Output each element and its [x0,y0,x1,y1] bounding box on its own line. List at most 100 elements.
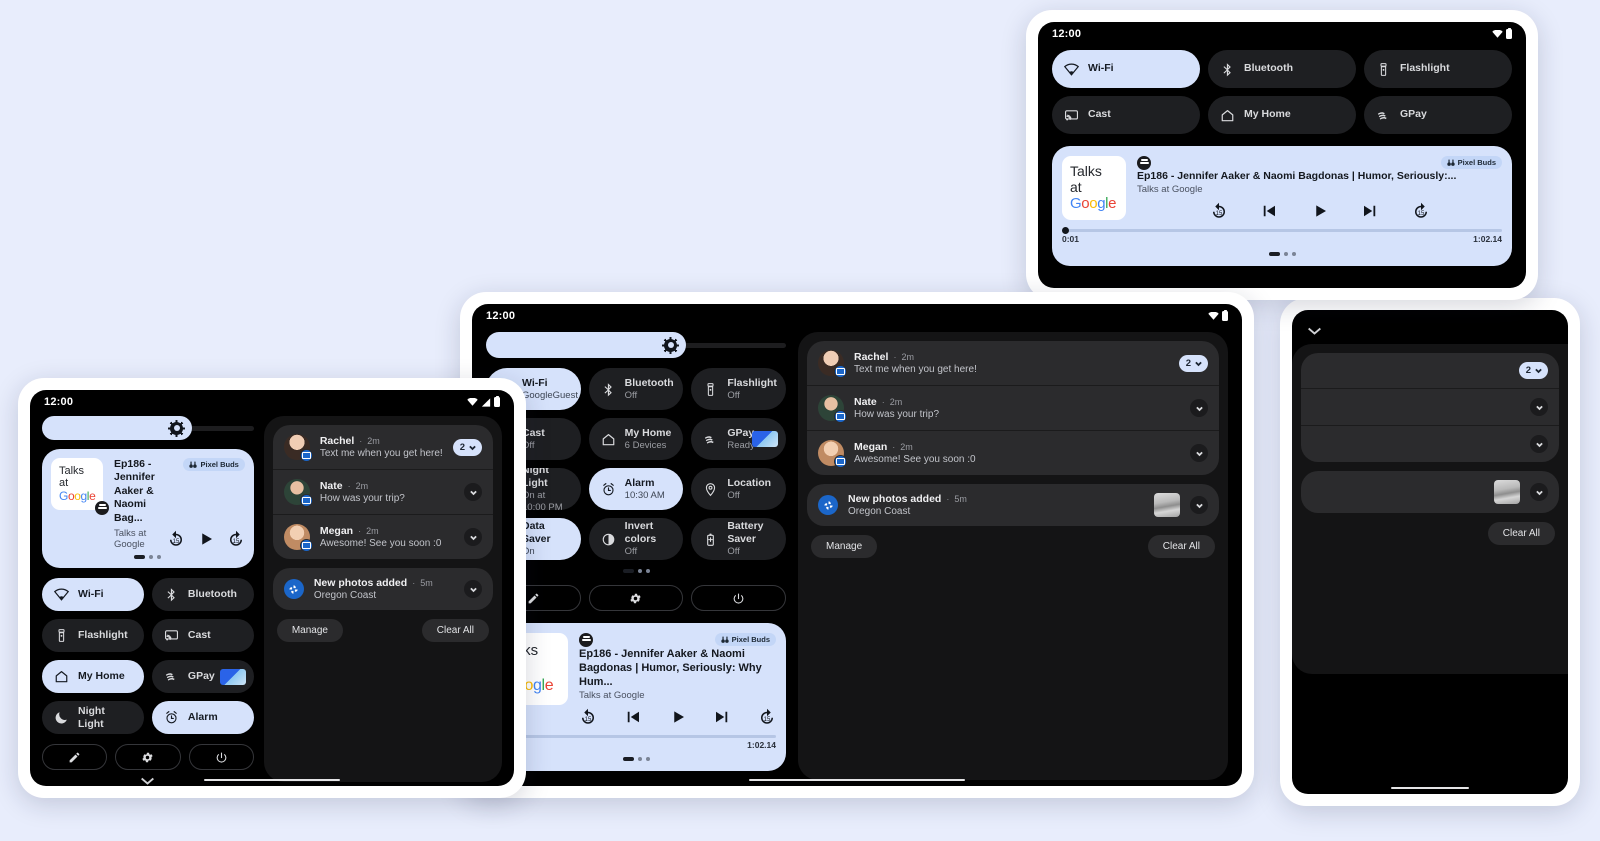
replay-15-icon[interactable]: 15 [167,530,185,548]
play-icon[interactable] [197,530,215,548]
manage-button[interactable]: Manage [811,535,878,558]
output-device-chip[interactable]: Pixel Buds [183,458,245,471]
qs-tile-flashlight[interactable]: Flashlight [1364,50,1512,88]
media-controls: 15 15 [167,530,245,548]
notification-row[interactable] [1301,388,1559,425]
expand-chevron-icon[interactable] [1530,483,1548,501]
notification-row[interactable]: Nate · 2m How was your trip? [807,385,1219,430]
forward-15-icon[interactable]: 15 [758,708,776,726]
notification-title: Rachel [319,435,355,447]
forward-15-icon[interactable]: 15 [1412,202,1430,220]
manage-button[interactable]: Manage [276,619,343,642]
next-track-icon[interactable] [713,708,731,726]
notification-header: Nate · 2m [320,480,454,492]
notification-row[interactable]: Nate · 2m How was your trip? [272,469,493,514]
notification-row[interactable]: 2 [1301,353,1559,388]
media-info: Ep186 - Jennifer Aaker & Naomi Bag... Pi… [114,458,245,550]
notification-row[interactable]: Megan · 2m Awesome! See you soon :0 [807,430,1219,475]
qs-tile-wi-fi[interactable]: Wi-Fi [1052,50,1200,88]
expand-chevron-icon[interactable] [1190,399,1208,417]
progress-bar[interactable] [496,733,776,741]
qs-tile-alarm[interactable]: Alarm [151,701,254,735]
qs-tile-my-home[interactable]: My Home [1208,96,1356,134]
play-icon[interactable] [669,708,687,726]
notification-group-count[interactable]: 2 [1178,354,1208,372]
qs-tile-flashlight[interactable]: Flashlight [42,619,144,653]
notification-title: New photos added [313,577,408,589]
expand-chevron-icon[interactable] [464,580,482,598]
elapsed-time: 0:01 [1062,234,1080,245]
media-progress[interactable]: 0:01 1:02.14 [1062,227,1502,245]
play-icon[interactable] [1311,202,1329,220]
qs-tile-gpay[interactable]: GPay [1364,96,1512,134]
qs-tile-bluetooth[interactable]: Bluetooth [1208,50,1356,88]
messages-app-badge-icon [834,410,847,423]
settings-button[interactable] [115,744,181,771]
qs-tile-label: Bluetooth [624,376,674,389]
qs-tile-cast[interactable]: Cast [151,619,254,653]
status-time: 12:00 [44,396,74,408]
qs-tile-my-home[interactable]: My Home [42,660,144,694]
qs-tile-alarm[interactable]: Alarm 10:30 AM [588,468,684,510]
settings-button[interactable] [588,585,684,611]
expand-chevron-icon[interactable] [1530,398,1548,416]
qs-tile-bluetooth[interactable]: Bluetooth Off [588,368,684,410]
replay-15-icon[interactable]: 15 [579,708,597,726]
collapse-handle-back[interactable] [1306,320,1323,336]
notification-row-photos[interactable]: New photos added · 5m Oregon Coast [273,568,493,610]
expand-chevron-icon[interactable] [1530,435,1548,453]
home-icon [1220,108,1235,123]
forward-15-icon[interactable]: 15 [227,530,245,548]
media-progress[interactable]: 0:01 1:02.14 [496,733,776,750]
svg-text:15: 15 [173,538,180,544]
brightness-slider[interactable] [42,416,192,440]
qs-tile-my-home[interactable]: My Home 6 Devices [588,418,684,460]
notification-row-photos[interactable]: New photos added · 5m Oregon Coast [807,484,1219,526]
expand-chevron-icon[interactable] [464,528,482,546]
output-device-chip[interactable]: Pixel Buds [714,633,776,646]
notification-group-count[interactable]: 2 [452,438,482,456]
media-artist: Talks at Google [579,690,645,702]
expand-chevron-icon[interactable] [1190,444,1208,462]
edit-tiles-button[interactable] [42,744,108,771]
power-button[interactable] [188,744,254,771]
brightness-slider[interactable] [486,332,686,358]
expand-chevron-icon[interactable] [464,483,482,501]
qs-tile-cast[interactable]: Cast [1052,96,1200,134]
output-device-chip[interactable]: Pixel Buds [1440,156,1502,169]
qs-tile-flashlight[interactable]: Flashlight Off [691,368,786,410]
clear-all-button[interactable]: Clear All [1147,535,1215,558]
qs-tile-text: Flashlight [1400,62,1450,75]
group-count-label: 2 [459,441,465,453]
replay-15-icon[interactable]: 15 [1210,202,1228,220]
qs-tile-gpay[interactable]: GPay Ready [691,418,786,460]
brightness-track[interactable] [190,425,254,431]
notification-row-photos[interactable] [1301,471,1559,513]
qs-tile-bluetooth[interactable]: Bluetooth [151,578,254,612]
previous-track-icon[interactable] [624,708,642,726]
notification-body: Text me when you get here! [854,364,977,375]
previous-track-icon[interactable] [1260,202,1278,220]
gpay-icon [164,669,179,684]
qs-tile-wi-fi[interactable]: Wi-Fi [42,578,144,612]
qs-tile-text: Wi-Fi [78,588,104,601]
nav-handle [1292,786,1568,789]
notification-row[interactable]: Rachel · 2m Text me when you get here! 2 [807,341,1219,385]
brightness-track[interactable] [684,342,786,348]
power-button[interactable] [691,585,786,611]
qs-tile-gpay[interactable]: GPay [151,660,254,694]
podcast-app-icon [579,633,593,647]
notification-row[interactable]: Megan · 2m Awesome! See you soon :0 [272,514,493,559]
notification-row[interactable]: Rachel · 2m Text me when you get here! 2 [273,425,493,469]
qs-tile-invert-colors[interactable]: Invert colors Off [588,518,684,560]
clear-all-button[interactable]: Clear All [421,619,489,642]
next-track-icon[interactable] [1361,202,1379,220]
clear-all-button[interactable]: Clear All [1487,522,1555,545]
qs-tile-night-light[interactable]: Night Light [42,701,144,735]
notification-group-count[interactable]: 2 [1518,362,1548,379]
notification-row[interactable] [1301,425,1559,462]
qs-tile-location[interactable]: Location Off [691,468,786,510]
qs-tile-battery-saver[interactable]: Battery Saver Off [691,518,786,560]
progress-bar[interactable] [1062,227,1502,235]
expand-chevron-icon[interactable] [1190,496,1208,514]
